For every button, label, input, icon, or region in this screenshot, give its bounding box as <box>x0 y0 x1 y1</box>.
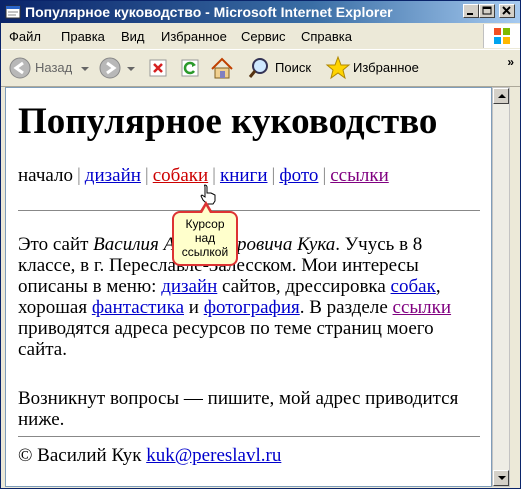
back-dropdown-icon[interactable] <box>79 54 91 82</box>
menu-bar: Файл Правка Вид Избранное Сервис Справка <box>1 24 520 48</box>
ie-app-icon <box>5 5 21 19</box>
windows-flag-icon <box>494 28 510 44</box>
copyright-text: © Василий Кук <box>18 445 142 466</box>
close-button[interactable] <box>499 4 515 18</box>
minimize-icon <box>467 13 473 15</box>
footer: © Василий Кук kuk@pereslavl.ru <box>18 445 281 467</box>
toolbar: Назад Поиск Избранное » <box>1 49 520 87</box>
scroll-up-arrow-icon <box>498 94 506 98</box>
nav-menu: начало | дизайн | собаки | книги | фото | ссылки <box>18 164 480 188</box>
forward-arrow-icon[interactable] <box>97 54 123 82</box>
forward-dropdown-icon[interactable] <box>125 54 137 82</box>
menu-edit-label: Правка <box>61 29 105 44</box>
intro-text: приводятся адреса ресурсов по теме стран… <box>18 318 434 360</box>
nav-separator: | <box>322 165 327 186</box>
scroll-down-button[interactable] <box>493 470 509 486</box>
scroll-up-button[interactable] <box>493 88 509 104</box>
intro-text: сайтов, дрессировка <box>217 276 391 297</box>
menu-edit[interactable]: Правка <box>61 29 105 44</box>
nav-separator: | <box>76 165 81 186</box>
search-label[interactable]: Поиск <box>275 60 311 75</box>
email-link[interactable]: kuk@pereslavl.ru <box>146 445 281 466</box>
back-arrow-icon[interactable] <box>7 54 33 82</box>
maximize-button[interactable] <box>479 4 495 18</box>
menu-file[interactable]: Файл <box>9 29 41 44</box>
page-body: Популярное куководство начало | дизайн | соб… <box>18 100 480 438</box>
cursor-callout: Курсор над ссылкой <box>172 201 238 266</box>
menu-file-label: Файл <box>9 29 41 44</box>
page-viewport[interactable]: Популярное куководство начало | дизайн | соб… <box>5 87 492 487</box>
link-design[interactable]: дизайн <box>161 276 217 297</box>
title-bar[interactable]: Популярное куководство - Microsoft Inter… <box>1 1 520 23</box>
link-photography[interactable]: фотография <box>204 297 300 318</box>
nav-link-design[interactable]: дизайн <box>85 165 141 186</box>
minimize-button[interactable] <box>463 4 479 18</box>
menu-favorites[interactable]: Избранное <box>161 29 227 44</box>
intro-text: . В разделе <box>299 297 393 318</box>
close-icon <box>502 6 511 15</box>
link-fiction[interactable]: фантастика <box>92 297 184 318</box>
intro-text: Это сайт <box>18 234 94 255</box>
nav-current: начало <box>18 165 73 186</box>
menu-tools[interactable]: Сервис <box>241 29 286 44</box>
scroll-down-arrow-icon <box>498 476 506 480</box>
intro-paragraph: Это сайт Василия Александровича Кука. Уч… <box>18 234 480 360</box>
link-links[interactable]: ссылки <box>393 297 452 318</box>
callout-line-1: Курсор <box>185 217 225 231</box>
vertical-scrollbar[interactable] <box>492 87 510 487</box>
contact-paragraph: Возникнут вопросы — пишите, мой адрес пр… <box>18 388 459 430</box>
nav-link-links[interactable]: ссылки <box>330 165 389 186</box>
nav-separator: | <box>271 165 276 186</box>
browser-window: Популярное куководство - Microsoft Inter… <box>0 0 521 489</box>
nav-link-books[interactable]: книги <box>220 165 268 186</box>
callout-line-2: над <box>194 231 216 245</box>
link-dogs[interactable]: собак <box>391 276 436 297</box>
windows-logo <box>483 24 520 48</box>
back-label[interactable]: Назад <box>35 60 72 75</box>
menu-favorites-label: Избранное <box>161 29 227 44</box>
stop-icon[interactable] <box>147 54 169 82</box>
nav-separator: | <box>144 165 149 186</box>
refresh-icon[interactable] <box>179 54 201 82</box>
home-icon[interactable] <box>209 54 235 82</box>
nav-link-photo[interactable]: фото <box>279 165 318 186</box>
page-title: Популярное куководство <box>18 101 438 142</box>
menu-view-label: Вид <box>121 29 145 44</box>
window-title: Популярное куководство - Microsoft Inter… <box>25 4 393 20</box>
nav-link-dogs[interactable]: собаки <box>153 165 208 186</box>
favorites-label[interactable]: Избранное <box>353 60 419 75</box>
search-icon[interactable] <box>247 54 271 82</box>
favorites-star-icon[interactable] <box>325 54 351 82</box>
toolbar-overflow-chevron[interactable]: » <box>507 55 514 69</box>
divider-bottom <box>18 436 480 438</box>
menu-tools-label: Сервис <box>241 29 286 44</box>
menu-help[interactable]: Справка <box>301 29 352 44</box>
divider-top <box>18 210 480 212</box>
menu-view[interactable]: Вид <box>121 29 145 44</box>
maximize-icon <box>482 6 492 15</box>
intro-text: и <box>184 297 204 318</box>
callout-line-3: ссылкой <box>181 245 229 259</box>
menu-help-label: Справка <box>301 29 352 44</box>
nav-separator: | <box>212 165 216 186</box>
